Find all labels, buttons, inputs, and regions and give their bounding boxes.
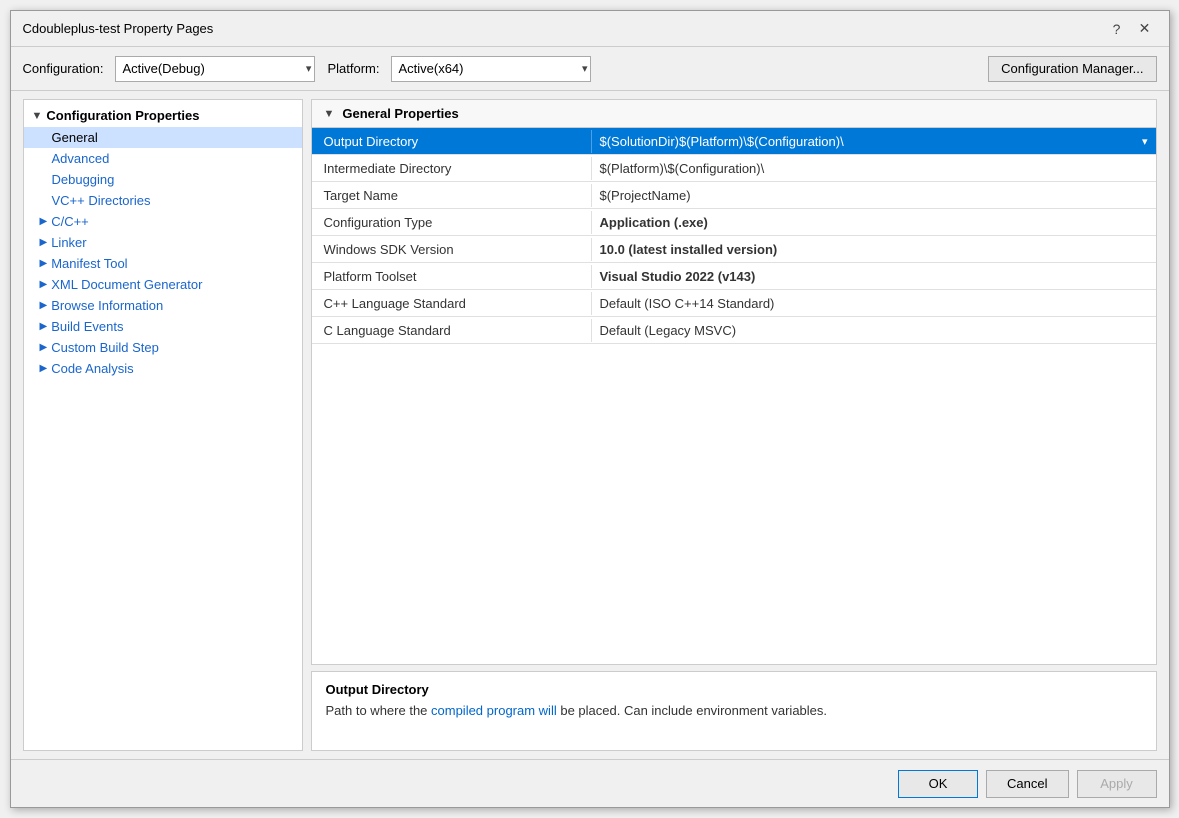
prop-value-intermediate-dir: $(Platform)\$(Configuration)\ [600,161,1148,176]
prop-value-container-target-name: $(ProjectName) [592,182,1156,208]
prop-value-platform-toolset: Visual Studio 2022 (v143) [600,269,1148,284]
sidebar-item-linker[interactable]: ▶ Linker [24,232,302,253]
browse-expand-arrow: ▶ [40,300,48,311]
title-bar: Cdoubleplus-test Property Pages ? ✕ [11,11,1169,47]
code-expand-arrow: ▶ [40,363,48,374]
xml-expand-arrow: ▶ [40,279,48,290]
configuration-select-wrapper: Active(Debug) [115,56,315,82]
table-row[interactable]: C Language Standard Default (Legacy MSVC… [312,317,1156,344]
info-text: Path to where the compiled program will … [326,703,1142,718]
linker-expand-arrow: ▶ [40,237,48,248]
sidebar-item-custom-build-step[interactable]: ▶ Custom Build Step [24,337,302,358]
tree-root: ▼ Configuration Properties General Advan… [24,100,302,383]
sidebar-item-cpp[interactable]: ▶ C/C++ [24,211,302,232]
prop-name-platform-toolset: Platform Toolset [312,265,592,288]
apply-button[interactable]: Apply [1077,770,1157,798]
prop-value-container-platform-toolset: Visual Studio 2022 (v143) [592,263,1156,289]
custom-expand-arrow: ▶ [40,342,48,353]
props-header: ▼ General Properties [312,100,1156,128]
info-text-after: be placed. Can include environment varia… [557,703,827,718]
table-row[interactable]: Configuration Type Application (.exe) [312,209,1156,236]
ok-button[interactable]: OK [898,770,978,798]
configuration-select[interactable]: Active(Debug) [115,56,315,82]
prop-value-config-type: Application (.exe) [600,215,1148,230]
config-manager-button[interactable]: Configuration Manager... [988,56,1156,82]
prop-name-config-type: Configuration Type [312,211,592,234]
prop-name-cpp-standard: C++ Language Standard [312,292,592,315]
help-button[interactable]: ? [1105,17,1129,41]
config-bar: Configuration: Active(Debug) Platform: A… [11,47,1169,91]
info-panel: Output Directory Path to where the compi… [311,671,1157,751]
tree-root-header[interactable]: ▼ Configuration Properties [24,104,302,127]
cancel-button[interactable]: Cancel [986,770,1068,798]
sidebar-item-general[interactable]: General [24,127,302,148]
sidebar-item-debugging[interactable]: Debugging [24,169,302,190]
prop-value-container-windows-sdk: 10.0 (latest installed version) [592,236,1156,262]
props-table: Output Directory $(SolutionDir)$(Platfor… [312,128,1156,664]
platform-select-wrapper: Active(x64) [391,56,591,82]
root-label: Configuration Properties [46,108,199,123]
sidebar-item-vc-directories[interactable]: VC++ Directories [24,190,302,211]
root-expand-arrow: ▼ [32,110,43,122]
title-buttons: ? ✕ [1105,17,1157,41]
table-row[interactable]: Platform Toolset Visual Studio 2022 (v14… [312,263,1156,290]
info-text-before: Path to where the [326,703,432,718]
manifest-expand-arrow: ▶ [40,258,48,269]
sidebar-item-manifest-tool[interactable]: ▶ Manifest Tool [24,253,302,274]
info-title: Output Directory [326,682,1142,697]
table-row[interactable]: Intermediate Directory $(Platform)\$(Con… [312,155,1156,182]
sidebar-item-build-events[interactable]: ▶ Build Events [24,316,302,337]
prop-value-target-name: $(ProjectName) [600,188,1148,203]
table-row[interactable]: Output Directory $(SolutionDir)$(Platfor… [312,128,1156,155]
prop-name-target-name: Target Name [312,184,592,207]
sidebar-item-advanced[interactable]: Advanced [24,148,302,169]
bottom-bar: OK Cancel Apply [11,759,1169,807]
prop-value-container-config-type: Application (.exe) [592,209,1156,235]
prop-value-container-c-standard: Default (Legacy MSVC) [592,317,1156,343]
cpp-expand-arrow: ▶ [40,216,48,227]
prop-value-container-intermediate-dir: $(Platform)\$(Configuration)\ [592,155,1156,181]
properties-container: ▼ General Properties Output Directory $(… [311,99,1157,665]
prop-name-output-dir: Output Directory [312,130,592,153]
right-panel: ▼ General Properties Output Directory $(… [311,99,1157,751]
prop-value-c-standard: Default (Legacy MSVC) [600,323,1148,338]
info-text-highlight: compiled program will [431,703,557,718]
property-pages-dialog: Cdoubleplus-test Property Pages ? ✕ Conf… [10,10,1170,808]
dialog-title: Cdoubleplus-test Property Pages [23,21,214,36]
prop-value-container-output-dir: $(SolutionDir)$(Platform)\$(Configuratio… [592,128,1156,154]
prop-value-windows-sdk: 10.0 (latest installed version) [600,242,1148,257]
section-expand-arrow: ▼ [324,108,335,120]
sidebar-item-xml-doc[interactable]: ▶ XML Document Generator [24,274,302,295]
left-panel: ▼ Configuration Properties General Advan… [23,99,303,751]
sidebar-item-browse-info[interactable]: ▶ Browse Information [24,295,302,316]
prop-value-container-cpp-standard: Default (ISO C++14 Standard) [592,290,1156,316]
prop-value-cpp-standard: Default (ISO C++14 Standard) [600,296,1148,311]
main-area: ▼ Configuration Properties General Advan… [11,91,1169,759]
configuration-label: Configuration: [23,61,104,76]
table-row[interactable]: C++ Language Standard Default (ISO C++14… [312,290,1156,317]
prop-value-output-dir: $(SolutionDir)$(Platform)\$(Configuratio… [600,134,1142,149]
table-row[interactable]: Target Name $(ProjectName) [312,182,1156,209]
section-title: General Properties [342,106,458,121]
platform-select[interactable]: Active(x64) [391,56,591,82]
build-expand-arrow: ▶ [40,321,48,332]
prop-dropdown-arrow-output-dir[interactable]: ▾ [1142,135,1148,148]
prop-name-windows-sdk: Windows SDK Version [312,238,592,261]
prop-name-c-standard: C Language Standard [312,319,592,342]
sidebar-item-code-analysis[interactable]: ▶ Code Analysis [24,358,302,379]
platform-label: Platform: [327,61,379,76]
close-button[interactable]: ✕ [1133,17,1157,41]
prop-name-intermediate-dir: Intermediate Directory [312,157,592,180]
table-row[interactable]: Windows SDK Version 10.0 (latest install… [312,236,1156,263]
